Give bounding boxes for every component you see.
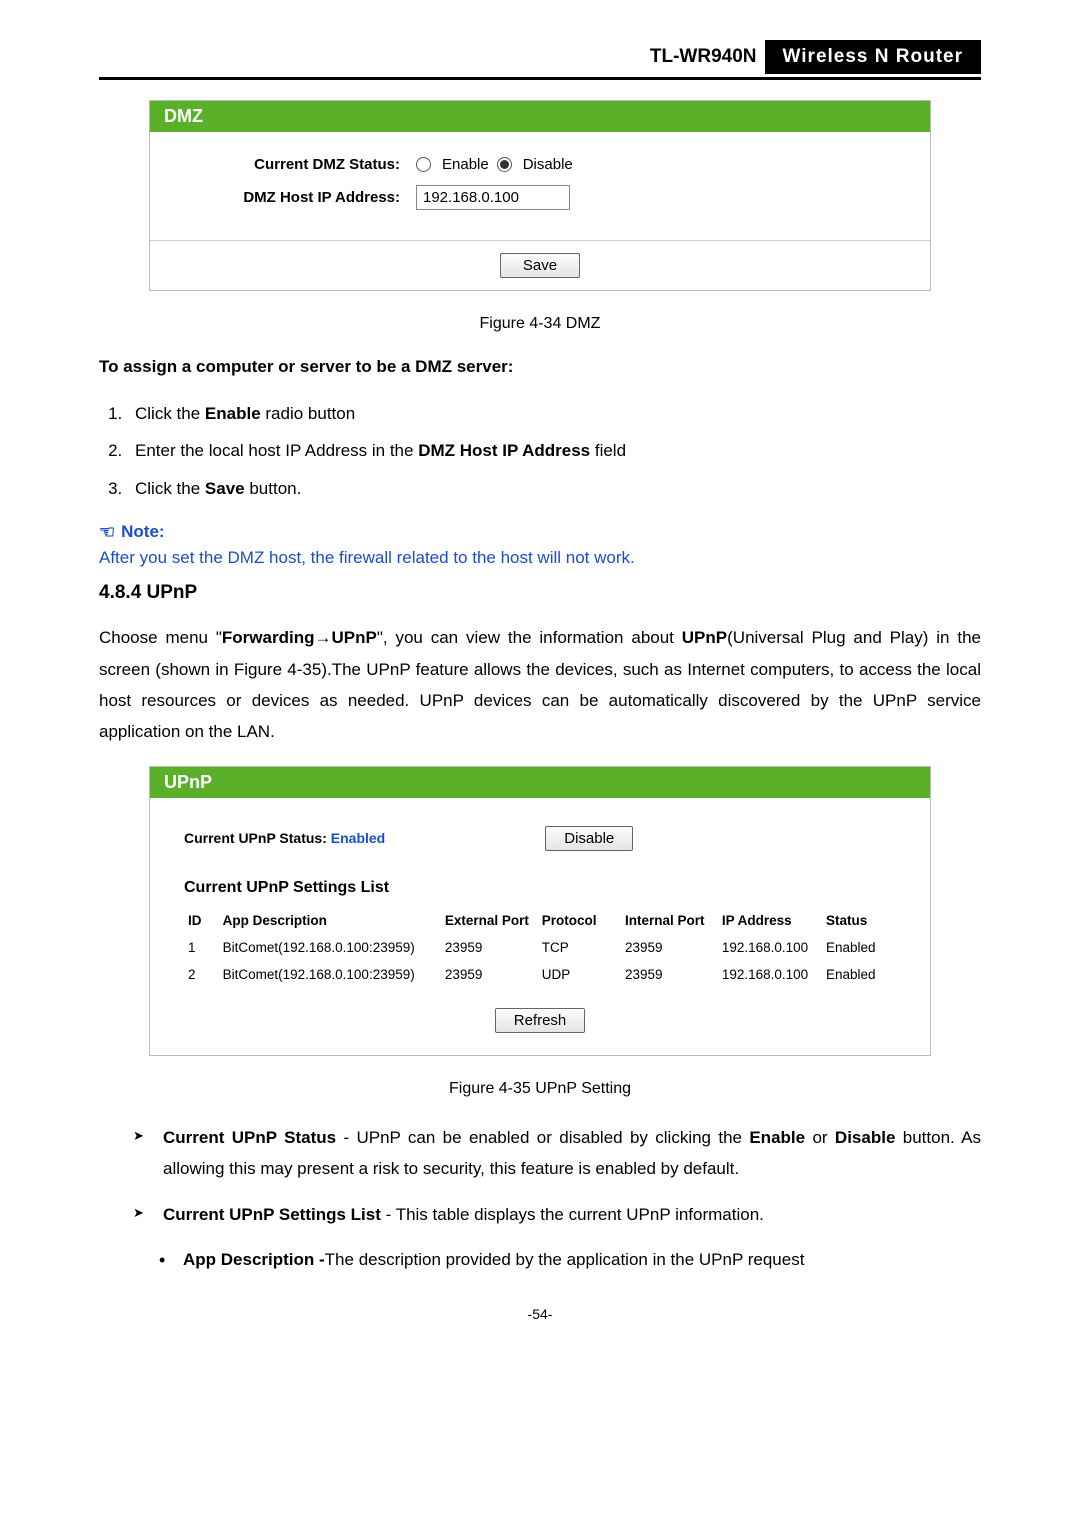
table-row: 1 BitComet(192.168.0.100:23959) 23959 TC… [184,934,880,961]
col-id: ID [184,907,219,934]
page-number: -54- [99,1306,981,1352]
upnp-panel-title: UPnP [150,767,930,798]
disable-button[interactable]: Disable [545,826,633,851]
dmz-enable-radio[interactable] [416,157,431,172]
upnp-bullets: Current UPnP Status - UPnP can be enable… [133,1122,981,1276]
col-app: App Description [219,907,441,934]
upnp-table-header-row: ID App Description External Port Protoco… [184,907,880,934]
save-button[interactable]: Save [500,253,580,278]
refresh-button[interactable]: Refresh [495,1008,586,1033]
col-proto: Protocol [538,907,621,934]
dmz-steps-list: Click the Enable radio button Enter the … [99,395,981,507]
bullet-app-description: App Description -The description provide… [153,1244,981,1275]
upnp-list-title: Current UPnP Settings List [184,879,910,897]
table-row: 2 BitComet(192.168.0.100:23959) 23959 UD… [184,961,880,988]
header-rule [99,77,981,80]
upnp-section-heading: 4.8.4 UPnP [99,582,981,604]
figure-4-35-caption: Figure 4-35 UPnP Setting [99,1080,981,1098]
col-int: Internal Port [621,907,718,934]
col-ext: External Port [441,907,538,934]
dmz-ip-label: DMZ Host IP Address: [170,189,416,206]
header-bar: TL-WR940N Wireless N Router [99,40,981,74]
note-heading: ☞Note: [99,521,981,542]
step-3: Click the Save button. [127,470,981,507]
bullet-settings-list: Current UPnP Settings List - This table … [133,1199,981,1230]
upnp-status-value: Enabled [331,830,385,846]
product-label: Wireless N Router [765,40,982,74]
upnp-panel: UPnP Current UPnP Status: Enabled Disabl… [149,766,931,1056]
note-body: After you set the DMZ host, the firewall… [99,548,981,568]
dmz-status-label: Current DMZ Status: [170,156,416,173]
step-1: Click the Enable radio button [127,395,981,432]
col-ip: IP Address [718,907,822,934]
dmz-panel-title: DMZ [150,101,930,132]
pointing-hand-icon: ☞ [99,522,115,543]
figure-4-34-caption: Figure 4-34 DMZ [99,315,981,333]
dmz-disable-radio[interactable] [497,157,512,172]
dmz-ip-input[interactable] [416,185,570,210]
col-status: Status [822,907,880,934]
step-2: Enter the local host IP Address in the D… [127,432,981,469]
upnp-status-label: Current UPnP Status: [184,830,331,846]
dmz-disable-label: Disable [523,156,573,173]
dmz-howto-title: To assign a computer or server to be a D… [99,357,981,377]
upnp-table: ID App Description External Port Protoco… [184,907,880,988]
dmz-enable-label: Enable [442,156,489,173]
dmz-panel: DMZ Current DMZ Status: Enable Disable D… [149,100,931,291]
bullet-current-status: Current UPnP Status - UPnP can be enable… [133,1122,981,1185]
model-label: TL-WR940N [642,42,765,72]
upnp-paragraph: Choose menu "Forwarding→UPnP", you can v… [99,622,981,748]
